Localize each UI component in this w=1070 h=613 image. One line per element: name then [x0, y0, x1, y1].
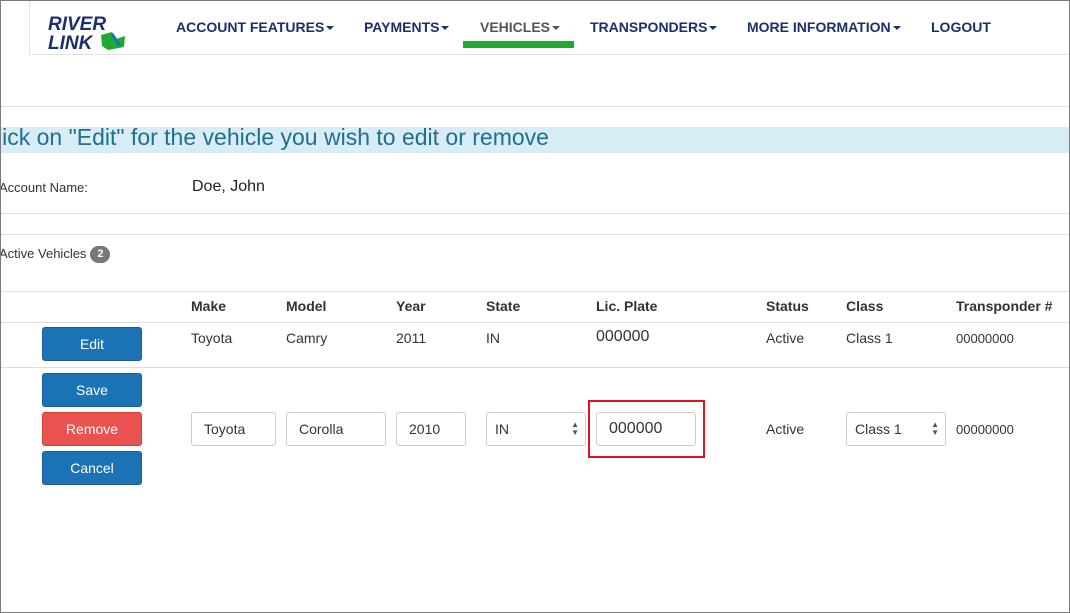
column-header-make: Make: [191, 298, 227, 314]
edit-button[interactable]: Edit: [42, 327, 142, 361]
save-button[interactable]: Save: [42, 373, 142, 407]
nav-payments[interactable]: PAYMENTS: [364, 19, 450, 35]
vehicle-count-badge: 2: [90, 246, 111, 264]
nav-logout[interactable]: LOGOUT: [931, 19, 991, 35]
row1-transponder: 00000000: [956, 331, 1014, 346]
app-window: RIVER LINK ACCOUNT FEATURES PAYMENTS VEH…: [0, 0, 1070, 613]
row1-make: Toyota: [191, 330, 233, 346]
row1-model: Camry: [286, 330, 328, 346]
column-header-year: Year: [396, 298, 426, 314]
column-header-transponder: Transponder #: [956, 298, 1053, 314]
riverlink-logo[interactable]: RIVER LINK: [46, 13, 150, 53]
year-input[interactable]: 2010: [396, 412, 466, 446]
row1-state: IN: [486, 330, 500, 346]
model-input[interactable]: Corolla: [286, 412, 386, 446]
row2-status: Active: [766, 421, 805, 437]
divider: [1, 234, 1069, 235]
row1-class: Class 1: [846, 330, 893, 346]
remove-button[interactable]: Remove: [42, 412, 142, 446]
account-name-value: Doe, John: [192, 178, 265, 195]
column-header-class: Class: [846, 298, 884, 314]
highlight-box: [588, 400, 705, 458]
caret-down-icon: [709, 26, 718, 31]
column-header-model: Model: [286, 298, 327, 314]
row1-year: 2011: [396, 330, 427, 346]
row-divider: [1, 367, 1069, 368]
row1-plate: 000000: [596, 328, 650, 345]
row2-transponder: 00000000: [956, 422, 1014, 437]
column-header-state: State: [486, 298, 521, 314]
caret-down-icon: [892, 26, 901, 31]
svg-text:LINK: LINK: [48, 33, 94, 53]
account-name-label: Account Name:: [0, 180, 88, 195]
nav-active-indicator: [463, 41, 574, 48]
caret-down-icon: [441, 26, 450, 31]
select-arrows-icon: ▲ ▼: [931, 420, 939, 437]
make-input[interactable]: Toyota: [191, 412, 276, 446]
nav-transponders[interactable]: TRANSPONDERS: [590, 19, 718, 35]
instruction-text: lick on "Edit" for the vehicle you wish …: [0, 124, 549, 150]
divider: [1, 106, 1069, 107]
svg-text:RIVER: RIVER: [48, 14, 106, 35]
select-arrows-icon: ▲ ▼: [571, 420, 579, 437]
cancel-button[interactable]: Cancel: [42, 451, 142, 485]
column-header-lic-plate: Lic. Plate: [596, 298, 658, 314]
divider: [1, 213, 1069, 214]
column-header-status: Status: [766, 298, 809, 314]
row1-status: Active: [766, 330, 805, 346]
class-select[interactable]: Class 1 ▲ ▼: [846, 412, 946, 446]
nav-more-information[interactable]: MORE INFORMATION: [747, 19, 901, 35]
caret-down-icon: [326, 26, 335, 31]
nav-vehicles[interactable]: VEHICLES: [480, 19, 561, 35]
state-select[interactable]: IN ▲ ▼: [486, 412, 586, 446]
nav-account-features[interactable]: ACCOUNT FEATURES: [176, 19, 335, 35]
caret-down-icon: [552, 26, 561, 31]
active-vehicles-heading: Active Vehicles 2: [1, 246, 111, 264]
table-header: [1, 291, 1069, 323]
